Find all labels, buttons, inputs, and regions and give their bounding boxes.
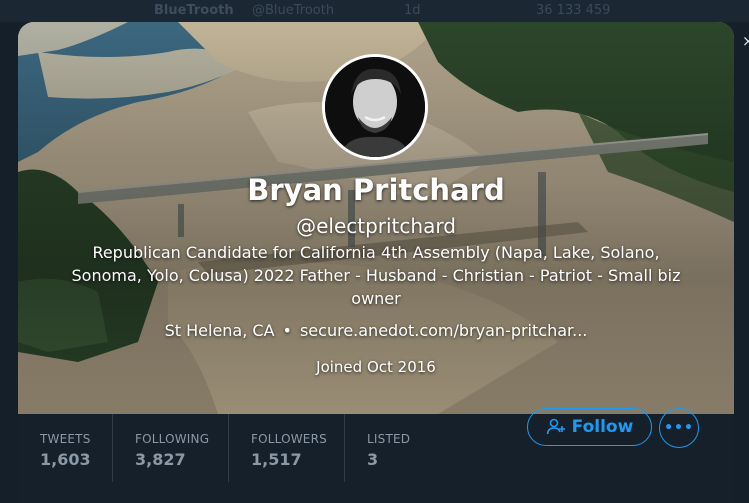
follow-button-label: Follow: [571, 417, 634, 437]
stat-label: FOLLOWING: [135, 432, 210, 446]
stat-followers[interactable]: FOLLOWERS 1,517: [229, 414, 345, 482]
background-timeline-left: [0, 22, 18, 503]
stat-value: 3: [367, 450, 379, 469]
stat-following[interactable]: FOLLOWING 3,827: [113, 414, 229, 482]
stat-label: LISTED: [367, 432, 411, 446]
background-tweet-handle: @BlueTrooth: [252, 3, 335, 18]
stat-label: TWEETS: [40, 432, 91, 446]
close-icon[interactable]: ×: [742, 34, 749, 49]
stat-value: 1,517: [251, 450, 302, 469]
stat-label: FOLLOWERS: [251, 432, 327, 446]
avatar[interactable]: [322, 54, 428, 160]
profile-handle[interactable]: @electpritchard: [18, 212, 734, 240]
background-tweet-name: BlueTrooth: [154, 3, 234, 18]
background-tweet-time: 1d: [404, 3, 421, 18]
add-user-icon: [546, 418, 565, 435]
more-icon: •••: [664, 420, 694, 436]
follow-button[interactable]: Follow: [527, 408, 652, 446]
profile-name: Bryan Pritchard: [247, 173, 505, 207]
profile-meta: St Helena, CA • secure.anedot.com/bryan-pr…: [18, 320, 734, 342]
more-options-button[interactable]: •••: [659, 408, 699, 448]
stat-listed[interactable]: LISTED 3: [345, 414, 445, 482]
background-tweet-stats: 36 133 459: [536, 3, 611, 18]
profile-website-link[interactable]: secure.anedot.com/bryan-pritchar...: [300, 321, 587, 340]
background-timeline-right: [734, 22, 749, 503]
background-tweet: BlueTrooth @BlueTrooth 1d 36 133 459: [0, 0, 749, 22]
avatar-photo: [325, 57, 425, 157]
profile-joined-date: Joined Oct 2016: [316, 358, 436, 376]
profile-info: Bryan Pritchard @electpritchard Republic…: [18, 172, 734, 378]
stat-value: 1,603: [40, 450, 91, 469]
stat-tweets[interactable]: TWEETS 1,603: [18, 414, 113, 482]
profile-location: St Helena, CA: [164, 321, 275, 340]
stat-value: 3,827: [135, 450, 186, 469]
meta-separator: •: [282, 321, 292, 340]
profile-bio: Republican Candidate for California 4th …: [71, 243, 681, 308]
